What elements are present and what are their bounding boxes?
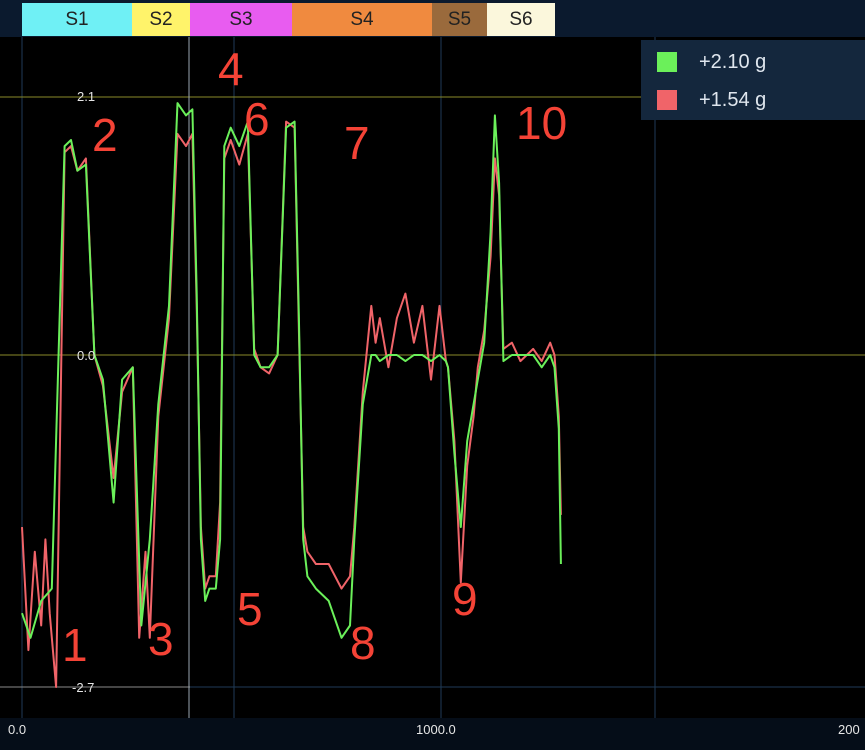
legend-label: +1.54 g	[699, 88, 767, 111]
legend-item: +2.10 g	[657, 48, 766, 76]
legend-swatch	[657, 90, 677, 110]
series-line	[21, 102, 562, 639]
annotation-label: 5	[237, 583, 263, 635]
legend-item: +1.54 g	[657, 86, 766, 114]
annotation-label: 10	[516, 97, 568, 149]
x-tick-label: 0.0	[8, 722, 27, 737]
annotation-label: 2	[92, 109, 118, 161]
annotation-label: 1	[62, 619, 88, 671]
x-tick-label: 1000.0	[416, 722, 456, 737]
y-tick-label: 2.1	[77, 89, 96, 104]
y-tick-label: -2.7	[72, 680, 95, 695]
annotation-label: 3	[148, 613, 174, 665]
x-tick-label: 200	[838, 722, 860, 737]
series-line	[21, 120, 562, 688]
annotation-label: 8	[350, 617, 376, 669]
legend-label: +2.10 g	[699, 50, 767, 73]
annotation-label: 4	[218, 43, 244, 95]
annotation-label: 7	[344, 117, 370, 169]
legend-swatch	[657, 52, 677, 72]
y-tick-label: 0.0	[77, 348, 96, 363]
annotation-label: 6	[244, 93, 270, 145]
legend: +2.10 g +1.54 g	[641, 40, 865, 120]
chart-viewport: S1 S2 S3 S4 S5 S6 +2.10 g +1.54 g 2.1 0.0 -2.…	[0, 0, 865, 750]
annotation-label: 9	[452, 573, 478, 625]
